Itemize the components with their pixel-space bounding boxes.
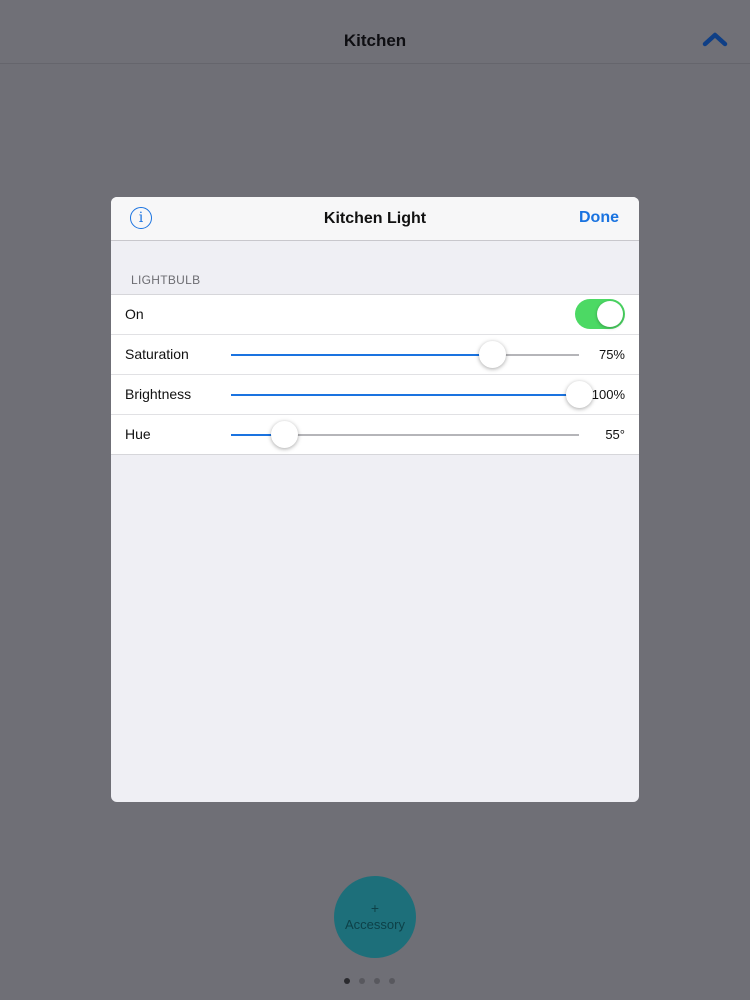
done-button[interactable]: Done [579,209,619,227]
on-label: On [125,306,144,322]
add-accessory-button[interactable]: + Accessory [334,876,416,958]
top-navigation-bar: Kitchen [0,0,750,64]
on-row: On [111,295,639,334]
hue-value: 55° [605,427,625,442]
modal-header: i Kitchen Light Done [111,197,639,241]
saturation-value: 75% [598,347,625,362]
hue-label: Hue [125,426,151,442]
section-header-lightbulb: LIGHTBULB [131,273,201,287]
accessory-detail-modal: i Kitchen Light Done LIGHTBULB On Satura… [111,197,639,802]
saturation-slider[interactable] [231,341,579,368]
page-dot[interactable] [344,978,350,984]
slider-fill [231,354,492,356]
lightbulb-settings-group: On Saturation 75% Brightness 100% Hue 55… [111,294,639,455]
hue-slider[interactable] [231,421,579,448]
slider-thumb[interactable] [479,341,506,368]
on-toggle[interactable] [575,299,625,329]
toggle-knob [597,301,623,327]
add-accessory-label: Accessory [345,917,405,932]
saturation-row: Saturation 75% [111,334,639,374]
plus-icon: + [370,900,380,916]
modal-title: Kitchen Light [323,210,427,227]
brightness-row: Brightness 100% [111,374,639,414]
slider-fill [231,394,579,396]
saturation-label: Saturation [125,346,189,362]
chevron-up-icon [702,32,728,47]
page-indicator[interactable] [344,978,404,986]
page-dot[interactable] [359,978,365,984]
page-dot[interactable] [374,978,380,984]
page-dot[interactable] [389,978,395,984]
hue-row: Hue 55° [111,414,639,454]
brightness-slider[interactable] [231,381,593,408]
slider-thumb[interactable] [271,421,299,448]
collapse-button[interactable] [702,31,728,47]
slider-thumb[interactable] [566,381,593,408]
page-title: Kitchen [343,31,407,50]
brightness-label: Brightness [125,386,192,402]
brightness-value: 100% [591,387,625,402]
